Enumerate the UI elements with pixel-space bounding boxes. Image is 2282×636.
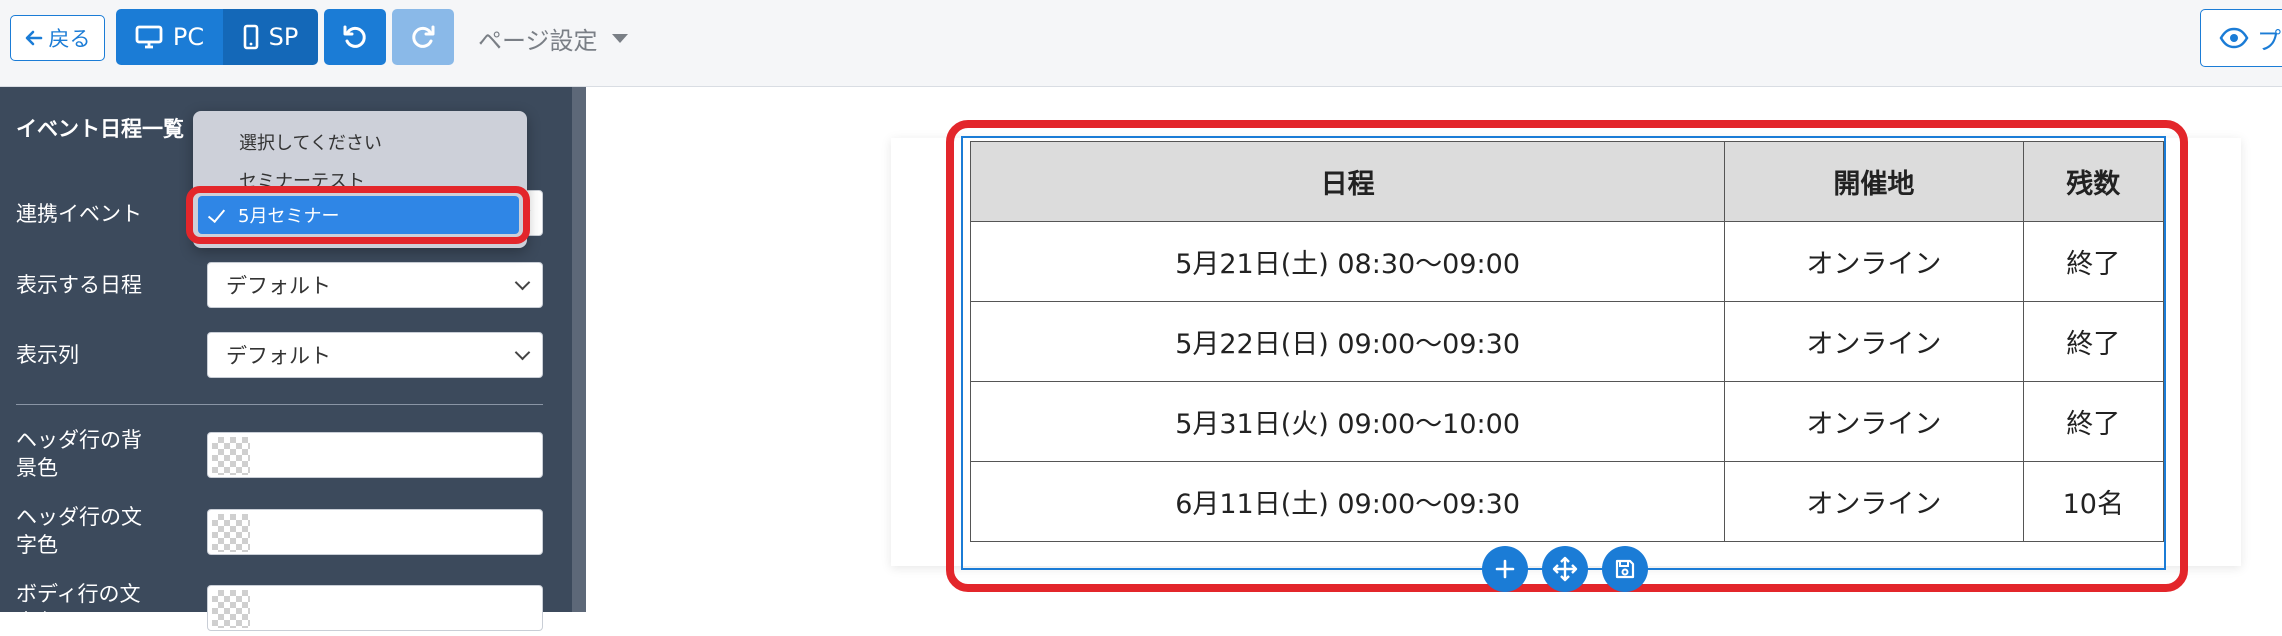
display-columns-select[interactable]: デフォルト [207,332,543,378]
back-button[interactable]: 戻る [10,15,105,61]
move-block-button[interactable] [1542,546,1588,592]
body-text-color-label: ボディ行の文 字色 [16,580,141,636]
display-schedule-select[interactable]: デフォルト [207,262,543,308]
panel-title: イベント日程一覧 [16,117,184,141]
undo-button[interactable] [324,9,386,65]
pc-view-button[interactable]: PC [116,9,223,65]
color-swatch[interactable] [212,514,250,552]
redo-icon [412,25,435,48]
body-text-color-picker[interactable] [207,585,543,631]
header-text-color-picker[interactable] [207,509,543,555]
back-button-label: 戻る [48,27,91,51]
chevron-down-icon [514,274,531,291]
display-schedule-value: デフォルト [226,274,331,298]
plus-icon [1495,559,1515,579]
panel-scrollbar[interactable] [572,87,586,612]
linked-event-label: 連携イベント [16,202,142,226]
desktop-icon [135,25,163,49]
color-swatch[interactable] [212,590,250,628]
arrow-left-icon [25,30,42,46]
preview-label: プ [2257,26,2281,55]
undo-icon [343,25,366,48]
chevron-down-icon [514,344,531,361]
pc-label: PC [172,23,205,51]
top-toolbar: 戻る PC SP ページ設定 プ [0,0,2282,87]
mobile-icon [243,24,258,50]
dropdown-option[interactable]: 選択してください [239,129,382,155]
header-text-color-label: ヘッダ行の文 字色 [16,503,142,559]
page-settings-dropdown[interactable]: ページ設定 [478,18,628,58]
eye-icon [2219,27,2249,49]
highlight-annotation [946,120,2188,592]
display-columns-label: 表示列 [16,343,79,367]
header-text-label-line1: ヘッダ行の文 [16,505,142,529]
display-schedule-label: 表示する日程 [16,273,142,297]
chevron-down-icon [611,33,628,43]
save-block-button[interactable] [1602,546,1648,592]
header-text-label-line2: 字色 [16,533,58,557]
sp-label: SP [268,23,299,51]
sp-view-button[interactable]: SP [223,9,318,65]
display-columns-value: デフォルト [226,344,331,368]
move-icon [1552,556,1578,582]
save-icon [1615,559,1635,579]
header-bg-color-picker[interactable] [207,432,543,478]
body-text-label-line2: 字色 [16,610,58,634]
highlight-annotation [186,186,530,244]
header-bg-label-line1: ヘッダ行の背 [16,428,142,452]
header-bg-color-label: ヘッダ行の背 景色 [16,426,142,482]
color-swatch[interactable] [212,437,250,475]
page-settings-label: ページ設定 [478,26,598,55]
body-text-label-line1: ボディ行の文 [16,582,141,606]
add-block-button[interactable] [1482,546,1528,592]
redo-button[interactable] [392,9,454,65]
panel-divider [16,404,543,405]
header-bg-label-line2: 景色 [16,456,58,480]
preview-button[interactable]: プ [2200,9,2282,67]
